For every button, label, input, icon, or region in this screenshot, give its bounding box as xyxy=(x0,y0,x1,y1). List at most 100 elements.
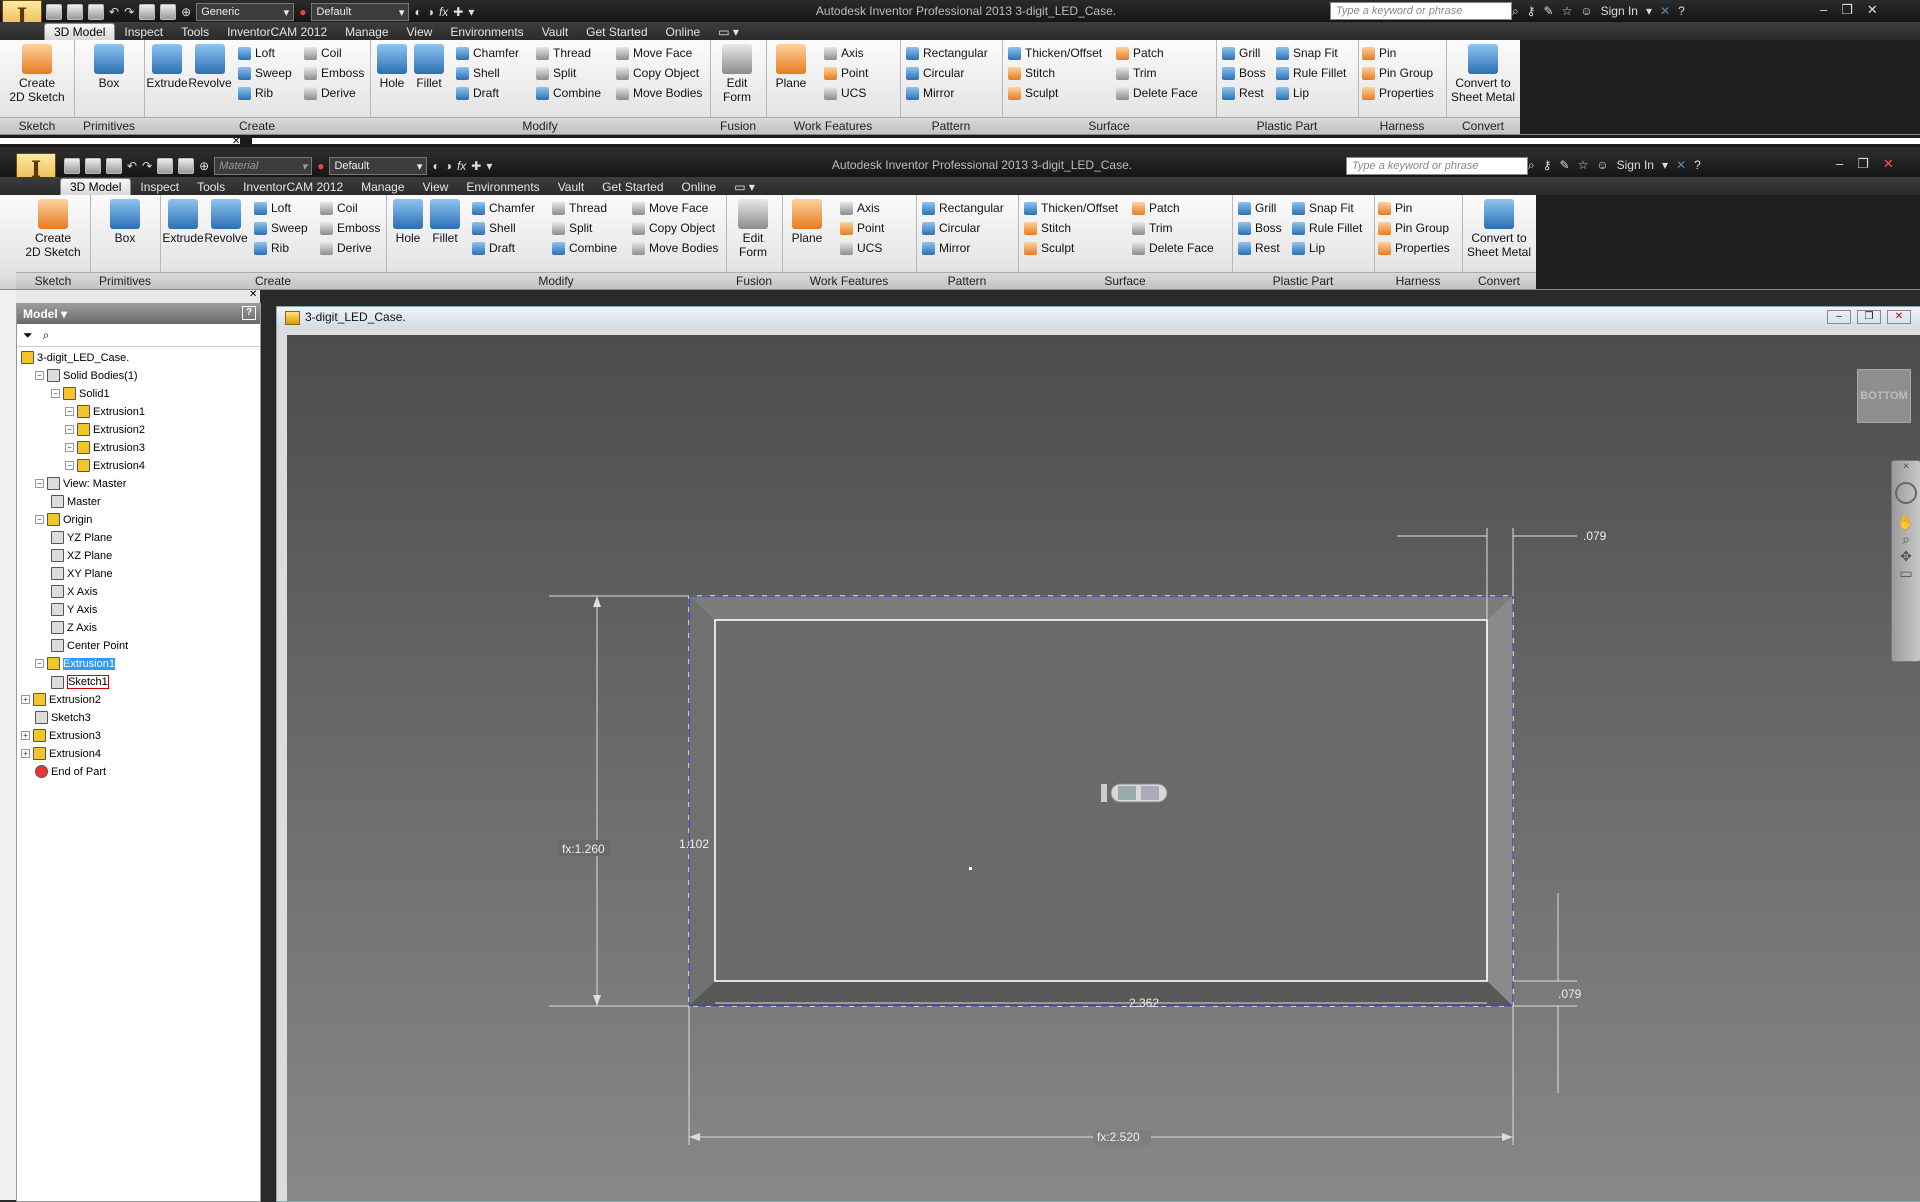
loft-button[interactable]: Loft xyxy=(238,46,275,60)
inner-tab-3d-model[interactable]: 3D Model xyxy=(60,178,132,195)
axis-button[interactable]: Axis xyxy=(840,201,880,215)
sculpt-button[interactable]: Sculpt xyxy=(1008,86,1058,100)
grill-button[interactable]: Grill xyxy=(1222,46,1260,60)
minimize-icon[interactable]: – xyxy=(1827,310,1851,324)
print-icon[interactable] xyxy=(139,4,156,20)
open-icon[interactable] xyxy=(85,158,101,174)
tree-node[interactable]: Sketch1 xyxy=(51,675,109,689)
move-bodies-button[interactable]: Move Bodies xyxy=(632,241,718,255)
convert-panel-title[interactable]: Convert xyxy=(1462,272,1536,289)
circular-button[interactable]: Circular xyxy=(922,221,980,235)
mirror-button[interactable]: Mirror xyxy=(906,86,954,100)
save-icon[interactable] xyxy=(106,158,122,174)
inner-tab-inspect[interactable]: Inspect xyxy=(131,179,188,195)
ucs-button[interactable]: UCS xyxy=(824,86,866,100)
fusion-panel-title[interactable]: Fusion xyxy=(710,117,766,134)
binoculars-icon[interactable]: ⌕ xyxy=(1528,158,1535,173)
undo-icon[interactable]: ↶ xyxy=(109,5,119,19)
redo-icon[interactable]: ↷ xyxy=(124,5,134,19)
tree-node[interactable]: − View: Master xyxy=(35,477,126,490)
extrude-button[interactable]: Extrude xyxy=(162,199,204,245)
document-tab[interactable]: 3-digit_LED_Case. – ❐ ✕ xyxy=(277,307,1920,327)
point-button[interactable]: Point xyxy=(840,221,884,235)
binoculars-icon[interactable]: ⌕ xyxy=(43,328,50,343)
revolve-button[interactable]: Revolve xyxy=(204,199,248,245)
surface-panel-title[interactable]: Surface xyxy=(1018,272,1232,289)
thread-button[interactable]: Thread xyxy=(536,46,591,60)
pan-icon[interactable]: ✋ xyxy=(1892,514,1920,531)
tree-node[interactable]: − Origin xyxy=(35,513,92,526)
outer-tab-get-started[interactable]: Get Started xyxy=(577,24,656,40)
dim-inner-width[interactable]: 2.362 xyxy=(1129,996,1159,1010)
edit-feature-icon[interactable] xyxy=(1118,786,1136,800)
convert-to-sheet-metal-button[interactable]: Convert to Sheet Metal xyxy=(1448,44,1518,104)
delete-face-button[interactable]: Delete Face xyxy=(1116,86,1198,100)
minimize-icon[interactable]: – xyxy=(1836,156,1843,172)
modify-panel-title[interactable]: Modify xyxy=(370,117,710,134)
chevron-down-icon[interactable]: ▾ xyxy=(1646,4,1652,19)
copy-object-button[interactable]: Copy Object xyxy=(616,66,699,80)
new-icon[interactable] xyxy=(64,158,80,174)
lip-button[interactable]: Lip xyxy=(1276,86,1309,100)
circular-button[interactable]: Circular xyxy=(906,66,964,80)
rib-button[interactable]: Rib xyxy=(238,86,273,100)
edit-sketch-icon[interactable] xyxy=(1141,786,1159,800)
revolve-button[interactable]: Revolve xyxy=(188,44,232,90)
pattern-panel-title[interactable]: Pattern xyxy=(916,272,1018,289)
convert-panel-title[interactable]: Convert xyxy=(1446,117,1520,134)
mini-toolbar-grip[interactable] xyxy=(1101,784,1107,802)
derive-button[interactable]: Derive xyxy=(320,241,372,255)
surface-panel-title[interactable]: Surface xyxy=(1002,117,1216,134)
primitives-panel-title[interactable]: Primitives xyxy=(90,272,160,289)
ucs-button[interactable]: UCS xyxy=(840,241,882,255)
rib-button[interactable]: Rib xyxy=(254,241,289,255)
graphics-viewport[interactable]: .079 fx:1.260 1.102 2.362 .079 fx:2.520 … xyxy=(287,335,1920,1201)
split-button[interactable]: Split xyxy=(552,221,592,235)
user-icon[interactable]: ☺ xyxy=(1596,158,1608,173)
tree-node[interactable]: − Extrusion4 xyxy=(65,459,145,472)
convert-to-sheet-metal-button[interactable]: Convert to Sheet Metal xyxy=(1464,199,1534,259)
fusion-panel-title[interactable]: Fusion xyxy=(726,272,782,289)
pin-group-button[interactable]: Pin Group xyxy=(1362,66,1433,80)
ribbon-display-toggle-icon[interactable]: ▭ ▾ xyxy=(725,179,764,195)
tree-node[interactable]: − Extrusion1 xyxy=(35,657,115,670)
axis-button[interactable]: Axis xyxy=(824,46,864,60)
expand-toggle-icon[interactable]: − xyxy=(35,371,44,380)
properties-button[interactable]: Properties xyxy=(1378,241,1450,255)
coil-button[interactable]: Coil xyxy=(320,201,358,215)
viewcube[interactable]: BOTTOM xyxy=(1857,369,1911,423)
tools-icon[interactable]: ✎ xyxy=(1544,4,1554,19)
plane-button[interactable]: Plane xyxy=(770,44,812,90)
sketch-center-point[interactable] xyxy=(969,867,972,870)
work-features-panel-title[interactable]: Work Features xyxy=(766,117,900,134)
outer-search-input[interactable]: Type a keyword or phrase xyxy=(1330,2,1512,20)
update-icon[interactable] xyxy=(178,158,195,174)
box-button[interactable]: Box xyxy=(96,199,154,245)
filter-icon[interactable]: ⏷ xyxy=(23,328,33,343)
tools-icon[interactable]: ✎ xyxy=(1560,158,1570,173)
inner-tab-vault[interactable]: Vault xyxy=(549,179,593,195)
snap-fit-button[interactable]: Snap Fit xyxy=(1292,201,1354,215)
inner-tab-tools[interactable]: Tools xyxy=(188,179,234,195)
tree-node[interactable]: 3-digit_LED_Case. xyxy=(21,351,129,364)
outer-tab-environments[interactable]: Environments xyxy=(441,24,532,40)
tree-node[interactable]: − Solid Bodies(1) xyxy=(35,369,138,382)
pin-button[interactable]: Pin xyxy=(1362,46,1396,60)
sign-in-link[interactable]: Sign In xyxy=(1601,4,1638,19)
outer-tab-3d-model[interactable]: 3D Model xyxy=(44,23,116,40)
key-icon[interactable]: ⚷ xyxy=(1527,4,1536,19)
delete-face-button[interactable]: Delete Face xyxy=(1132,241,1214,255)
adjust-icon[interactable]: ◐ xyxy=(414,5,421,19)
rule-fillet-button[interactable]: Rule Fillet xyxy=(1292,221,1362,235)
emboss-button[interactable]: Emboss xyxy=(304,66,364,80)
outer-tab-inventorcam-2012[interactable]: InventorCAM 2012 xyxy=(218,24,336,40)
create-panel-title[interactable]: Create xyxy=(160,272,386,289)
sketch-panel-title[interactable]: Sketch xyxy=(0,117,74,134)
help-icon[interactable]: ? xyxy=(242,306,256,320)
close-icon[interactable]: ✕ xyxy=(1867,2,1878,18)
select-icon[interactable]: ⊕ xyxy=(181,5,191,19)
tree-node[interactable]: − Extrusion1 xyxy=(65,405,145,418)
hole-button[interactable]: Hole xyxy=(374,44,410,90)
steering-wheel-icon[interactable] xyxy=(1895,482,1917,504)
edit-form-button[interactable]: Edit Form xyxy=(730,199,776,259)
